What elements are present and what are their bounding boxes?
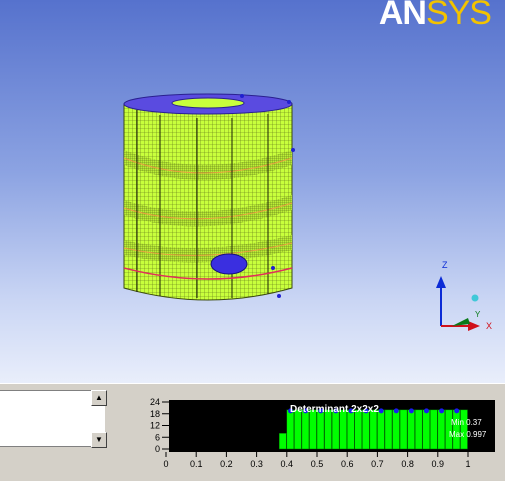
x-axis-arrow (468, 321, 480, 331)
bottom-panel: ▲ ▼ 24 18 12 6 0 0 0.1 0.2 0.3 0.4 0.5 0.6 0.7 0.8 0.… (0, 383, 505, 481)
triad-origin-ball (471, 294, 479, 302)
histogram-bar (384, 409, 393, 450)
y-tick-label: 18 (150, 409, 160, 419)
x-tick-label: 0.7 (371, 459, 384, 469)
histogram-bar (369, 409, 378, 450)
histogram-bar (430, 409, 438, 450)
x-tick-label: 0.4 (281, 459, 294, 469)
histogram-bar (362, 409, 370, 450)
x-tick-label: 0.3 (250, 459, 263, 469)
histogram-bar (407, 409, 415, 450)
x-tick-label: 0.6 (341, 459, 354, 469)
histogram-bar (294, 409, 302, 450)
histogram-marker (408, 408, 414, 414)
x-tick-label: 1 (465, 459, 470, 469)
histogram-bar (422, 409, 431, 450)
histogram-max: Max 0.997 (449, 430, 487, 439)
x-tick-label: 0.5 (311, 459, 324, 469)
histogram-bar (377, 409, 385, 450)
histogram-bar (414, 409, 423, 450)
y-axis-arrow (452, 318, 470, 326)
x-tick-label: 0.1 (190, 459, 203, 469)
y-axis-label: Y (475, 310, 481, 319)
y-tick-label: 24 (150, 397, 160, 407)
histogram-marker (378, 408, 384, 414)
x-tick-label: 0.2 (220, 459, 233, 469)
y-tick-label: 0 (155, 444, 160, 454)
graphics-viewport[interactable]: ANSYS Z Y X (0, 0, 505, 383)
histogram-bar (331, 409, 340, 450)
histogram-bar (437, 409, 446, 450)
histogram-marker (393, 408, 399, 414)
quality-histogram: 24 18 126 0 0 0.1 0.2 0.3 0.4 0.5 0.6 0.7 0.8 0.9 1 D… (150, 397, 495, 469)
histogram-bar (286, 409, 295, 450)
histogram-min: Min 0.37 (451, 418, 482, 427)
x-tick-label: 0 (163, 459, 168, 469)
histogram-marker (454, 408, 460, 414)
histogram-bar (339, 409, 347, 450)
x-tick-label: 0.9 (432, 459, 445, 469)
histogram-bar (346, 409, 355, 450)
histogram-bar (316, 409, 325, 450)
axis-triad: Z Y X (436, 260, 492, 331)
histogram-bar (324, 409, 332, 450)
histogram-bar (279, 433, 287, 450)
z-axis-arrow (436, 276, 446, 288)
histogram-bar (301, 409, 310, 450)
y-tick-label: 12 (150, 421, 160, 431)
z-axis-label: Z (442, 260, 448, 270)
histogram-title: Determinant 2x2x2 (290, 404, 379, 415)
histogram-bar (399, 409, 408, 450)
y-tick-label: 6 (155, 432, 160, 442)
histogram-bar (354, 409, 363, 450)
histogram-bar (309, 409, 317, 450)
histogram-marker (439, 408, 445, 414)
x-tick-label: 0.8 (401, 459, 414, 469)
histogram-y-ticks: 24 18 126 0 (150, 397, 169, 454)
histogram-bar (392, 409, 400, 450)
x-axis-label: X (486, 321, 492, 331)
histogram-marker (423, 408, 429, 414)
histogram-x-ticks: 0 0.1 0.2 0.3 0.4 0.5 0.6 0.7 0.8 0.9 1 (163, 452, 471, 469)
